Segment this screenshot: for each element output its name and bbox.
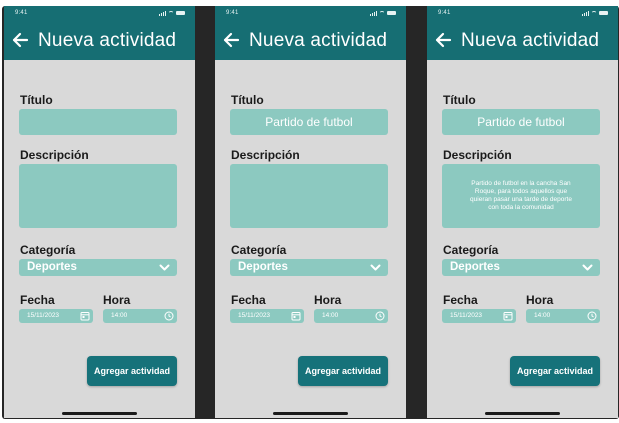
descripcion-input[interactable] [19, 164, 177, 228]
screen-description-filled: 9:41 Nueva actividad Título Partido de f… [427, 6, 618, 418]
descripcion-label: Descripción [231, 148, 300, 162]
fecha-label: Fecha [231, 293, 266, 307]
home-indicator [485, 412, 560, 415]
clock-icon[interactable] [375, 311, 385, 321]
categoria-select[interactable]: Deportes [442, 259, 600, 276]
descripcion-input[interactable]: Partido de futbol en la cancha San Roque… [442, 164, 600, 228]
categoria-label: Categoría [443, 243, 499, 257]
categoria-select[interactable]: Deportes [19, 259, 177, 276]
agregar-actividad-button[interactable]: Agregar actividad [510, 356, 600, 386]
agregar-actividad-button[interactable]: Agregar actividad [87, 356, 177, 386]
battery-icon [176, 11, 185, 15]
titulo-label: Título [20, 93, 53, 107]
arrow-left-icon[interactable] [11, 31, 29, 49]
categoria-label: Categoría [231, 243, 287, 257]
signal-icon [370, 10, 377, 16]
status-time: 9:41 [438, 10, 451, 16]
page-title: Nueva actividad [249, 30, 388, 51]
agregar-actividad-button[interactable]: Agregar actividad [298, 356, 388, 386]
categoria-value: Deportes [27, 261, 77, 273]
hora-input[interactable]: 14:00 [314, 309, 388, 323]
hora-value: 14:00 [111, 312, 128, 319]
categoria-label: Categoría [20, 243, 76, 257]
titulo-label: Título [231, 93, 264, 107]
descripcion-label: Descripción [443, 148, 512, 162]
signal-icon [582, 10, 589, 16]
status-icons [159, 10, 185, 16]
battery-icon [387, 11, 396, 15]
home-indicator [62, 412, 137, 415]
hora-label: Hora [103, 293, 131, 307]
titulo-input[interactable]: Partido de futbol [230, 109, 388, 135]
fecha-value: 15/11/2023 [238, 312, 271, 319]
fecha-value: 15/11/2023 [27, 312, 60, 319]
arrow-left-icon[interactable] [434, 31, 452, 49]
wifi-icon [168, 11, 174, 15]
clock-icon[interactable] [164, 311, 174, 321]
app-bar: 9:41 Nueva actividad [215, 6, 406, 60]
home-indicator [273, 412, 348, 415]
categoria-select[interactable]: Deportes [230, 259, 388, 276]
fecha-input[interactable]: 15/11/2023 [19, 309, 93, 323]
chevron-down-icon [159, 264, 170, 271]
screen-title-filled: 9:41 Nueva actividad Título Partido de f… [215, 6, 406, 418]
clock-icon[interactable] [587, 311, 597, 321]
descripcion-label: Descripción [20, 148, 89, 162]
fecha-input[interactable]: 15/11/2023 [442, 309, 516, 323]
hora-input[interactable]: 14:00 [103, 309, 177, 323]
battery-icon [599, 11, 608, 15]
calendar-icon[interactable] [291, 311, 301, 321]
calendar-icon[interactable] [80, 311, 90, 321]
page-title: Nueva actividad [38, 30, 177, 51]
hora-value: 14:00 [322, 312, 339, 319]
hora-value: 14:00 [534, 312, 551, 319]
chevron-down-icon [370, 264, 381, 271]
titulo-input[interactable] [19, 109, 177, 135]
calendar-icon[interactable] [503, 311, 513, 321]
descripcion-input[interactable] [230, 164, 388, 228]
page-title: Nueva actividad [461, 30, 600, 51]
app-bar: 9:41 Nueva actividad [4, 6, 195, 60]
categoria-value: Deportes [238, 261, 288, 273]
app-bar: 9:41 Nueva actividad [427, 6, 618, 60]
categoria-value: Deportes [450, 261, 500, 273]
signal-icon [159, 10, 166, 16]
fecha-label: Fecha [443, 293, 478, 307]
descripcion-text: Partido de futbol en la cancha San Roque… [470, 180, 572, 211]
status-time: 9:41 [226, 10, 239, 16]
wifi-icon [379, 11, 385, 15]
hora-input[interactable]: 14:00 [526, 309, 600, 323]
status-time: 9:41 [15, 10, 28, 16]
titulo-input[interactable]: Partido de futbol [442, 109, 600, 135]
fecha-input[interactable]: 15/11/2023 [230, 309, 304, 323]
titulo-label: Título [443, 93, 476, 107]
status-icons [370, 10, 396, 16]
fecha-label: Fecha [20, 293, 55, 307]
wifi-icon [591, 11, 597, 15]
status-icons [582, 10, 608, 16]
hora-label: Hora [314, 293, 342, 307]
arrow-left-icon[interactable] [222, 31, 240, 49]
hora-label: Hora [526, 293, 554, 307]
screen-empty-form: 9:41 Nueva actividad Título Descripción … [4, 6, 195, 418]
fecha-value: 15/11/2023 [450, 312, 483, 319]
chevron-down-icon [582, 264, 593, 271]
